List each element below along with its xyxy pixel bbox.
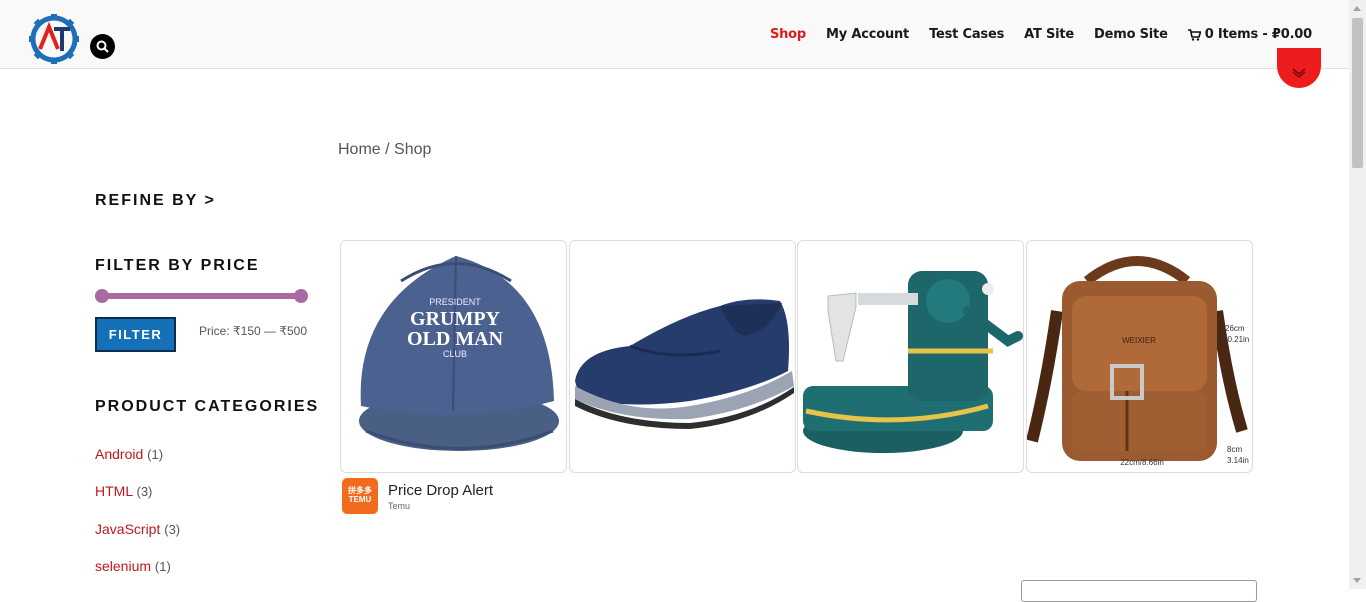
menu-toggle-button[interactable] (1277, 48, 1321, 88)
list-item: Android (1) (95, 446, 180, 483)
search-button[interactable] (90, 34, 115, 59)
site-header: Shop My Account Test Cases AT Site Demo … (0, 0, 1349, 69)
svg-text:WEIXIER: WEIXIER (1122, 336, 1156, 345)
category-link-selenium[interactable]: selenium (95, 558, 151, 574)
bag-image: WEIXIER 26cm 10.21in 8cm 3.14in 22cm/8.6… (1027, 256, 1249, 467)
category-link-html[interactable]: HTML (95, 483, 133, 499)
chevron-down-icon (1292, 68, 1306, 78)
refine-by-heading: REFINE BY > (95, 192, 216, 209)
nav-shop[interactable]: Shop (770, 27, 806, 42)
ad-product-card[interactable]: WEIXIER 26cm 10.21in 8cm 3.14in 22cm/8.6… (1026, 240, 1253, 473)
shoe-image (575, 299, 794, 429)
nav-test-cases[interactable]: Test Cases (929, 27, 1004, 42)
ad-product-card[interactable]: PRESIDENT GRUMPY OLD MAN CLUB (340, 240, 567, 473)
breadcrumb-home[interactable]: Home (338, 141, 381, 158)
ad-title: Price Drop Alert (388, 481, 494, 499)
svg-text:10.21in: 10.21in (1223, 335, 1249, 344)
list-item: HTML (3) (95, 483, 180, 520)
svg-text:PRESIDENT: PRESIDENT (429, 297, 481, 307)
page-scrollbar[interactable] (1349, 0, 1366, 589)
category-link-android[interactable]: Android (95, 446, 143, 462)
price-max-handle[interactable] (294, 289, 308, 303)
breadcrumb: Home / Shop (338, 141, 431, 159)
cart-summary: 0 Items - ₽0.00 (1204, 27, 1312, 42)
product-categories-heading: PRODUCT CATEGORIES (95, 398, 320, 415)
ad-product-card[interactable] (569, 240, 796, 473)
category-count: (3) (164, 521, 181, 537)
search-icon (96, 40, 109, 53)
list-item: JavaScript (3) (95, 521, 180, 558)
breadcrumb-current: Shop (394, 141, 432, 158)
svg-text:3.14in: 3.14in (1227, 456, 1249, 465)
breadcrumb-separator: / (380, 141, 395, 158)
ad-product-card[interactable] (797, 240, 1024, 473)
temu-logo: 拼多多 TEMU (342, 478, 378, 514)
svg-text:CLUB: CLUB (443, 349, 467, 359)
ad-footer[interactable]: 拼多多 TEMU Price Drop Alert Temu (342, 478, 493, 514)
category-count: (1) (147, 447, 164, 462)
sort-select[interactable] (1021, 580, 1257, 602)
nav-my-account[interactable]: My Account (826, 27, 909, 42)
price-min-handle[interactable] (95, 289, 109, 303)
list-item: selenium (1) (95, 558, 180, 595)
filter-button[interactable]: FILTER (95, 317, 176, 352)
svg-text:26cm: 26cm (1225, 324, 1245, 333)
price-range-slider[interactable] (95, 289, 308, 303)
category-link-javascript[interactable]: JavaScript (95, 521, 160, 537)
category-count: (1) (154, 558, 171, 574)
ad-banner[interactable]: PRESIDENT GRUMPY OLD MAN CLUB WEIXIER 26… (340, 240, 1253, 520)
scroll-thumb[interactable] (1352, 18, 1363, 168)
price-range-label: Price: ₹150 — ₹500 (199, 324, 307, 338)
svg-text:OLD MAN: OLD MAN (407, 328, 504, 350)
category-count: (3) (136, 484, 153, 500)
cap-image: PRESIDENT GRUMPY OLD MAN CLUB (359, 255, 559, 451)
nav-cart[interactable]: 0 Items - ₽0.00 (1187, 27, 1312, 42)
filter-by-price-heading: FILTER BY PRICE (95, 257, 260, 274)
scroll-up-arrow-icon[interactable] (1353, 6, 1361, 11)
svg-text:GRUMPY: GRUMPY (410, 308, 501, 330)
category-list: Android (1) HTML (3) JavaScript (3) sele… (95, 446, 180, 595)
peeler-image (803, 271, 1023, 453)
site-logo-icon[interactable] (28, 13, 80, 65)
cart-icon (1187, 28, 1201, 41)
scroll-down-arrow-icon[interactable] (1353, 578, 1361, 583)
svg-text:22cm/8.66in: 22cm/8.66in (1120, 458, 1164, 467)
nav-demo-site[interactable]: Demo Site (1094, 27, 1168, 42)
nav-at-site[interactable]: AT Site (1024, 27, 1074, 42)
main-nav: Shop My Account Test Cases AT Site Demo … (770, 27, 1312, 42)
ad-advertiser: Temu (388, 500, 411, 511)
svg-text:8cm: 8cm (1227, 445, 1242, 454)
